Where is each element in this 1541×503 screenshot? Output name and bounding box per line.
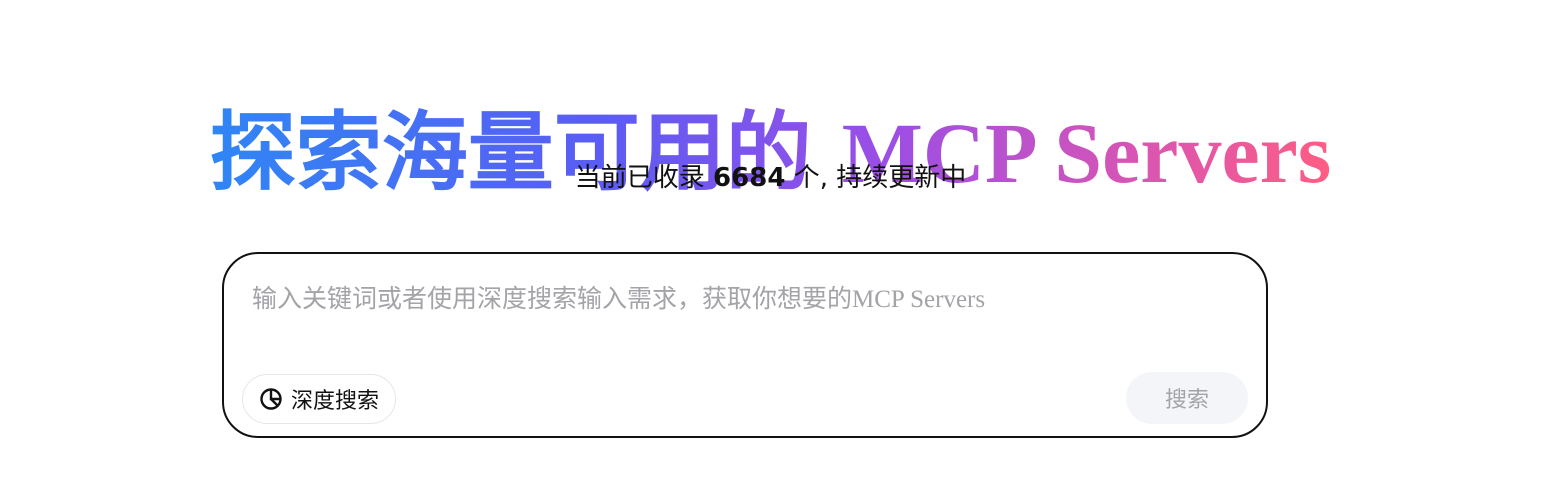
search-input[interactable] — [252, 280, 1232, 320]
search-box: 深度搜索 搜索 — [222, 252, 1268, 438]
count-prefix: 当前已收录 — [574, 163, 705, 193]
count-suffix: 个, 持续更新中 — [793, 163, 967, 193]
collection-count-text: 当前已收录 6684 个, 持续更新中 — [0, 160, 1541, 196]
deep-search-icon — [259, 387, 283, 411]
server-count: 6684 — [713, 163, 786, 193]
deep-search-button[interactable]: 深度搜索 — [242, 374, 397, 424]
search-button[interactable]: 搜索 — [1126, 372, 1248, 424]
deep-search-label: 深度搜索 — [291, 389, 380, 414]
